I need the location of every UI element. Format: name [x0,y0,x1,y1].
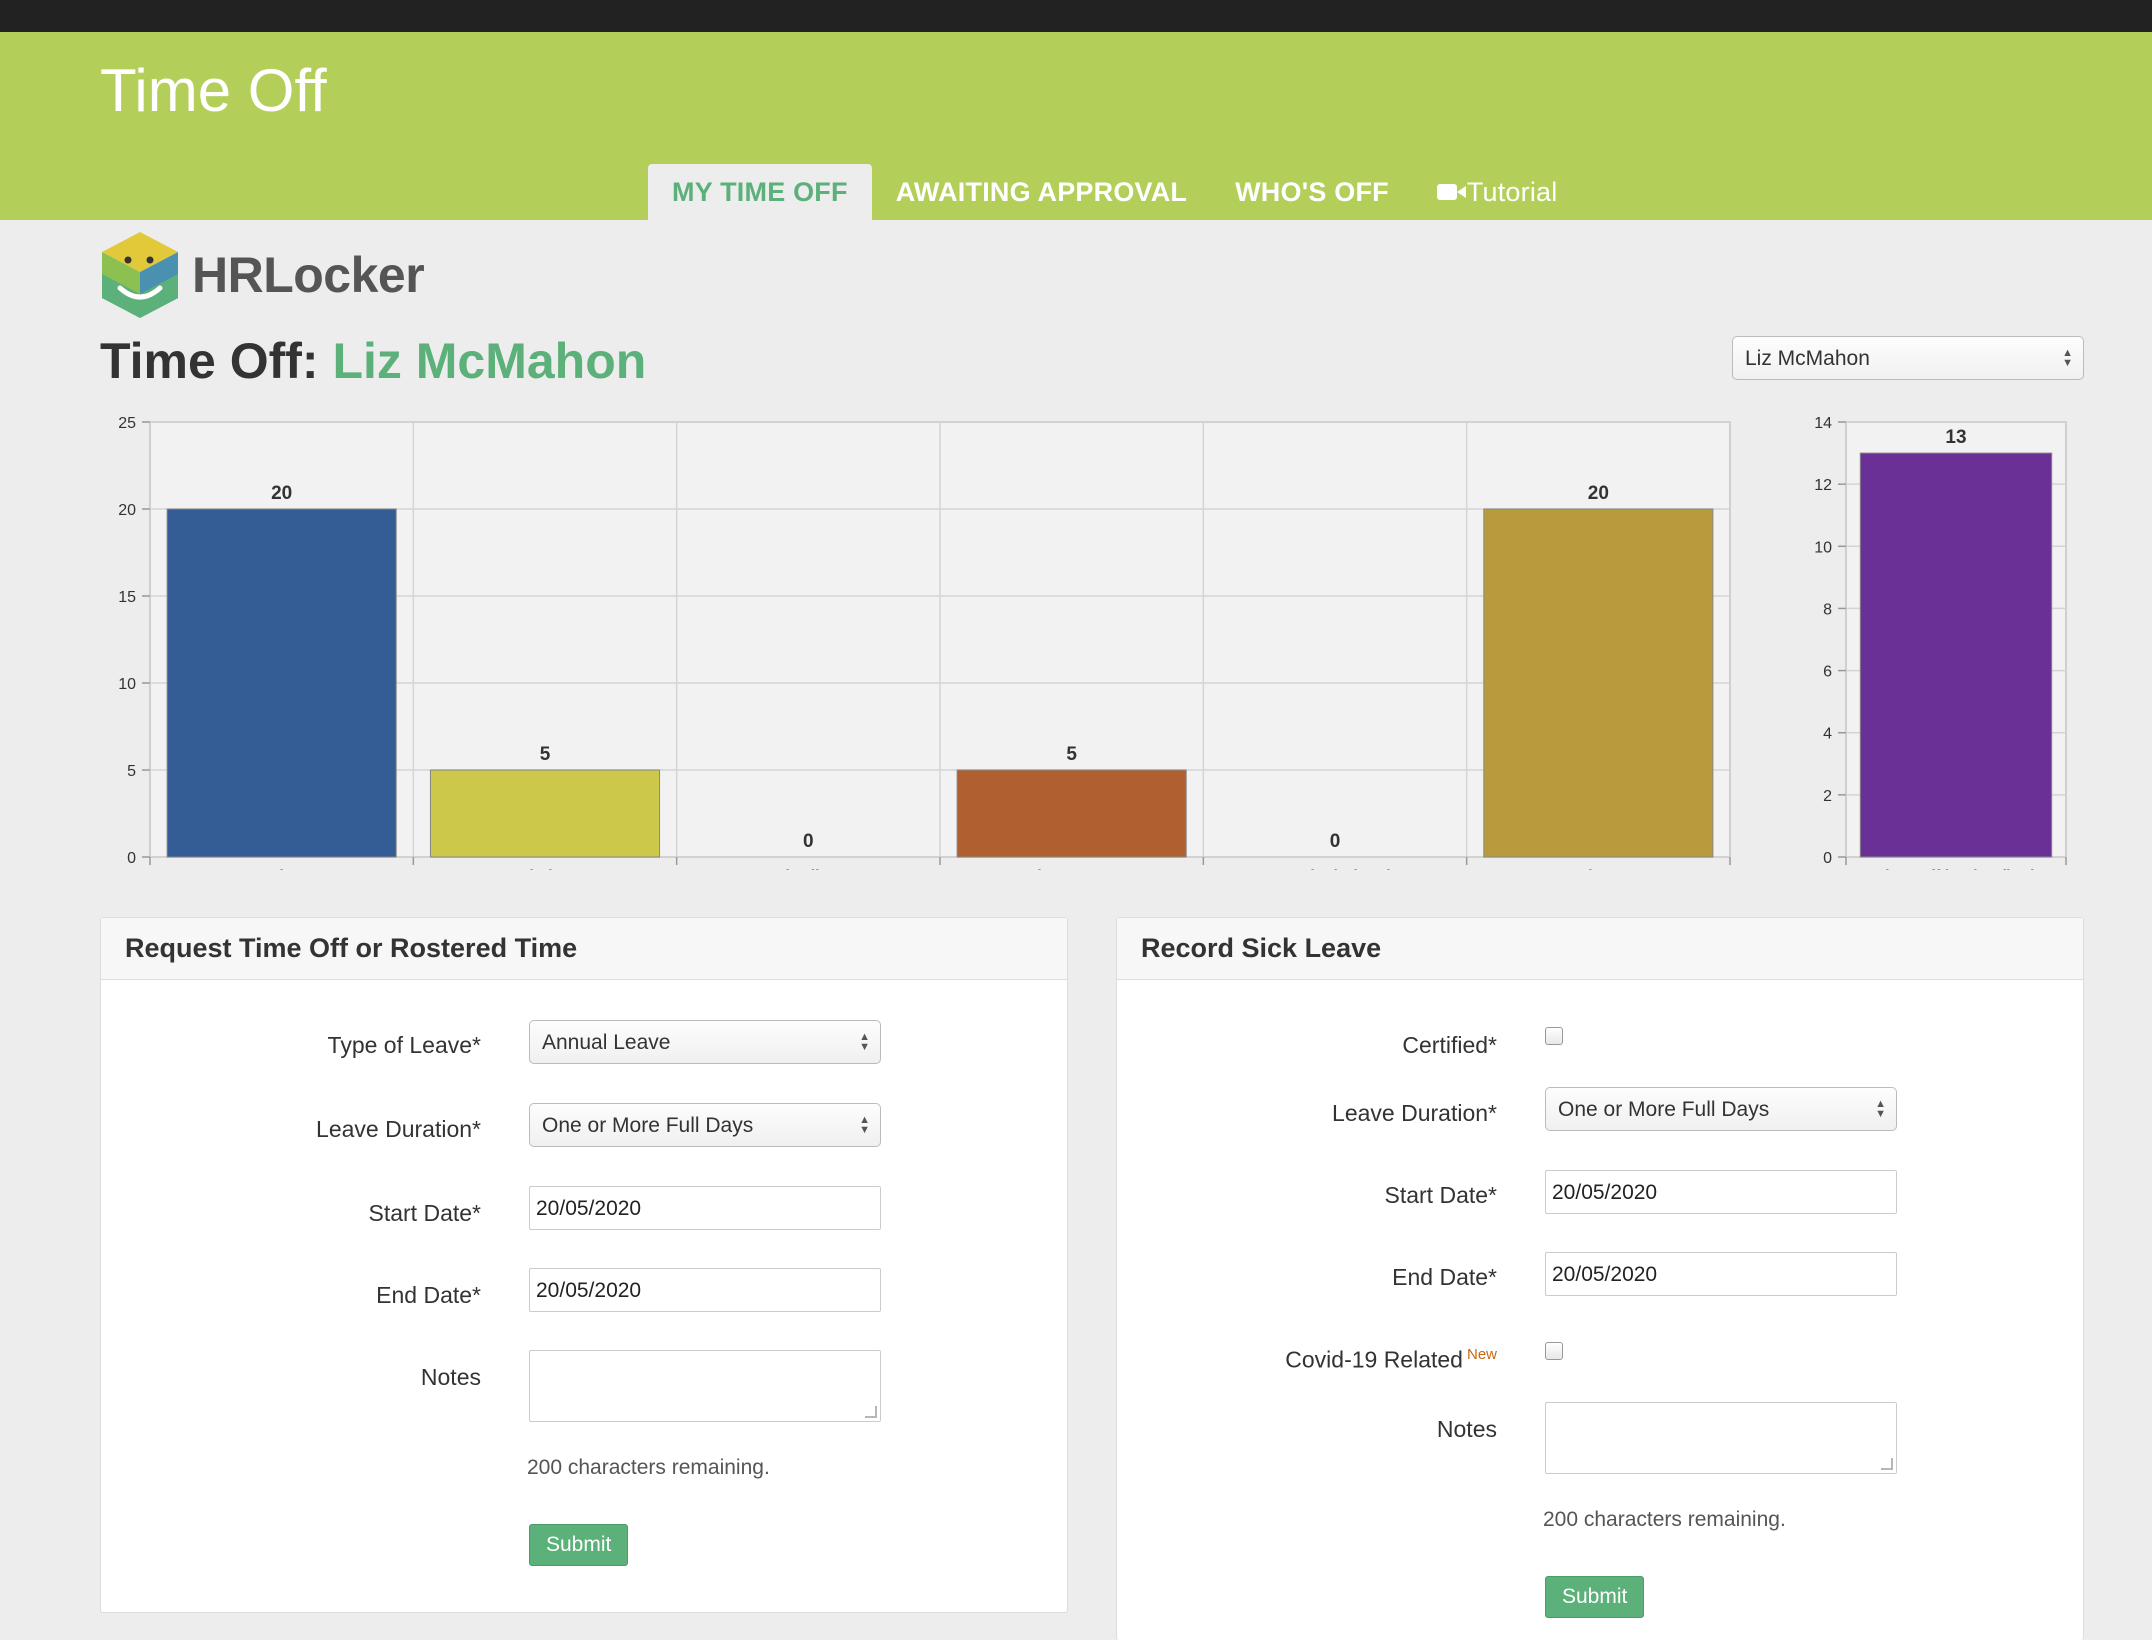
browser-top-bar [0,0,2152,32]
tab-tutorial[interactable]: Tutorial [1413,164,1582,220]
type-of-leave-label: Type of Leave* [327,1032,481,1058]
sick-end-date-label: End Date* [1392,1264,1497,1290]
covid-related-label: Covid-19 Related New [1117,1346,1497,1374]
hrlocker-logo: HRLocker [100,230,425,320]
new-badge: New [1466,1346,1497,1363]
record-sick-leave-panel: Record Sick Leave Certified* Leave Durat… [1116,917,2084,1640]
video-camera-icon [1436,184,1466,200]
bar-annual-leave [166,508,397,858]
x-tick-label: Manual Adjustment [735,868,883,870]
y-tick-label: 6 [1823,664,1832,681]
certified-checkbox[interactable] [1545,1027,1563,1045]
bar-taken-to-date [956,769,1187,858]
leave-duration-select[interactable]: One or More Full Days ▲ ▼ [529,1103,881,1147]
page-title: Time Off: Liz McMahon [100,332,646,390]
y-tick-label: 10 [1814,539,1832,556]
type-of-leave-select[interactable]: Annual Leave ▲ ▼ [529,1020,881,1064]
sick-leave-duration-value: One or More Full Days [1558,1098,1770,1121]
start-date-label: Start Date* [368,1200,482,1226]
select-arrows-icon: ▲ ▼ [859,1114,870,1136]
y-tick-label: 4 [1823,726,1832,743]
tab-awaiting-approval[interactable]: AWAITING APPROVAL [872,164,1211,220]
x-tick-label: Taken to Date [1020,868,1124,870]
leave-duration-value: One or More Full Days [542,1114,754,1137]
data-label-taken-to-date: 5 [1066,744,1077,765]
y-tick-label: 12 [1814,477,1832,494]
covid-related-text: Covid-19 Related [1285,1346,1463,1373]
request-time-off-panel: Request Time Off or Rostered Time Type o… [100,917,1068,1613]
tab-my-time-off[interactable]: MY TIME OFF [648,164,872,220]
data-label-manual-adjustment: 0 [803,831,814,852]
y-tick-label: 2 [1823,788,1832,805]
notes-label: Notes [420,1364,481,1390]
page-title-employee: Liz McMahon [332,333,647,389]
submit-request-button[interactable]: Submit [529,1524,629,1566]
x-tick-label: Balance [1568,868,1629,870]
sick-start-date-label: Start Date* [1384,1182,1498,1208]
sick-leave-duration-label: Leave Duration* [1332,1100,1497,1126]
data-label-balance: 20 [1588,483,1609,504]
y-tick-label: 0 [127,850,136,867]
page-title-prefix: Time Off: [100,333,319,389]
submit-sick-leave-button[interactable]: Submit [1545,1576,1645,1618]
characters-remaining: 200 characters remaining. [527,1456,770,1479]
data-label-time-off-in-lieu-hrs: 13 [1945,427,1966,448]
logo-text: HRLocker [192,247,425,303]
sick-notes-label: Notes [1436,1416,1497,1442]
x-tick-label: Carried Over [497,868,594,870]
sick-characters-remaining: 200 characters remaining. [1543,1508,1786,1531]
sick-start-date-input[interactable]: 20/05/2020 [1545,1170,1897,1214]
app-header: Time Off MY TIME OFF AWAITING APPROVAL W… [0,32,2152,220]
y-tick-label: 10 [118,676,136,693]
tab-whos-off[interactable]: WHO'S OFF [1211,164,1413,220]
data-label-booked-ahead: 0 [1330,831,1341,852]
app-title: Time Off [100,57,327,124]
notes-textarea[interactable] [529,1350,881,1422]
main-tabs: MY TIME OFF AWAITING APPROVAL WHO'S OFF … [648,164,1581,220]
sick-panel-title: Record Sick Leave [1117,918,2083,980]
employee-select[interactable]: Liz McMahon ▲ ▼ [1732,336,2084,380]
leave-balance-chart: 0 5 10 15 20 25 20 Annual Leave 5 Carried Over 0 Ma… [118,415,1731,870]
y-tick-label: 20 [118,502,136,519]
tab-tutorial-label: Tutorial [1466,176,1558,207]
bar-balance [1483,508,1714,858]
data-label-annual-leave: 20 [271,483,292,504]
x-tick-label: Annual Leave [230,868,334,870]
select-arrows-icon: ▲ ▼ [859,1031,870,1053]
start-date-input[interactable]: 20/05/2020 [529,1186,881,1230]
select-arrows-icon: ▲ ▼ [1875,1098,1886,1120]
sick-end-date-input[interactable]: 20/05/2020 [1545,1252,1897,1296]
x-tick-label: Time Off in Lieu (hrs) [1876,868,2037,870]
data-label-carried-over: 5 [540,744,551,765]
hrlocker-cube-icon [102,232,178,318]
covid-related-checkbox[interactable] [1545,1342,1563,1360]
toil-chart: 0 2 4 6 8 10 12 14 13 Time Off in Lieu (hrs) [1814,415,2067,870]
sick-notes-textarea[interactable] [1545,1402,1897,1474]
request-panel-title: Request Time Off or Rostered Time [101,918,1067,980]
x-tick-label: Booked Ahead [1279,868,1390,870]
y-tick-label: 15 [118,589,136,606]
y-tick-label: 14 [1814,415,1832,432]
type-of-leave-value: Annual Leave [542,1031,671,1054]
y-tick-label: 0 [1823,850,1832,867]
bar-time-off-in-lieu-hrs [1859,452,2053,858]
y-tick-label: 5 [127,763,136,780]
certified-label: Certified* [1402,1032,1497,1058]
employee-select-value: Liz McMahon [1745,347,1870,370]
end-date-label: End Date* [376,1282,481,1308]
y-tick-label: 25 [118,415,136,432]
end-date-input[interactable]: 20/05/2020 [529,1268,881,1312]
leave-duration-label: Leave Duration* [316,1116,481,1142]
sick-leave-duration-select[interactable]: One or More Full Days ▲ ▼ [1545,1087,1897,1131]
bar-carried-over [429,769,661,858]
y-tick-label: 8 [1823,601,1832,618]
select-arrows-icon: ▲ ▼ [2062,347,2073,369]
